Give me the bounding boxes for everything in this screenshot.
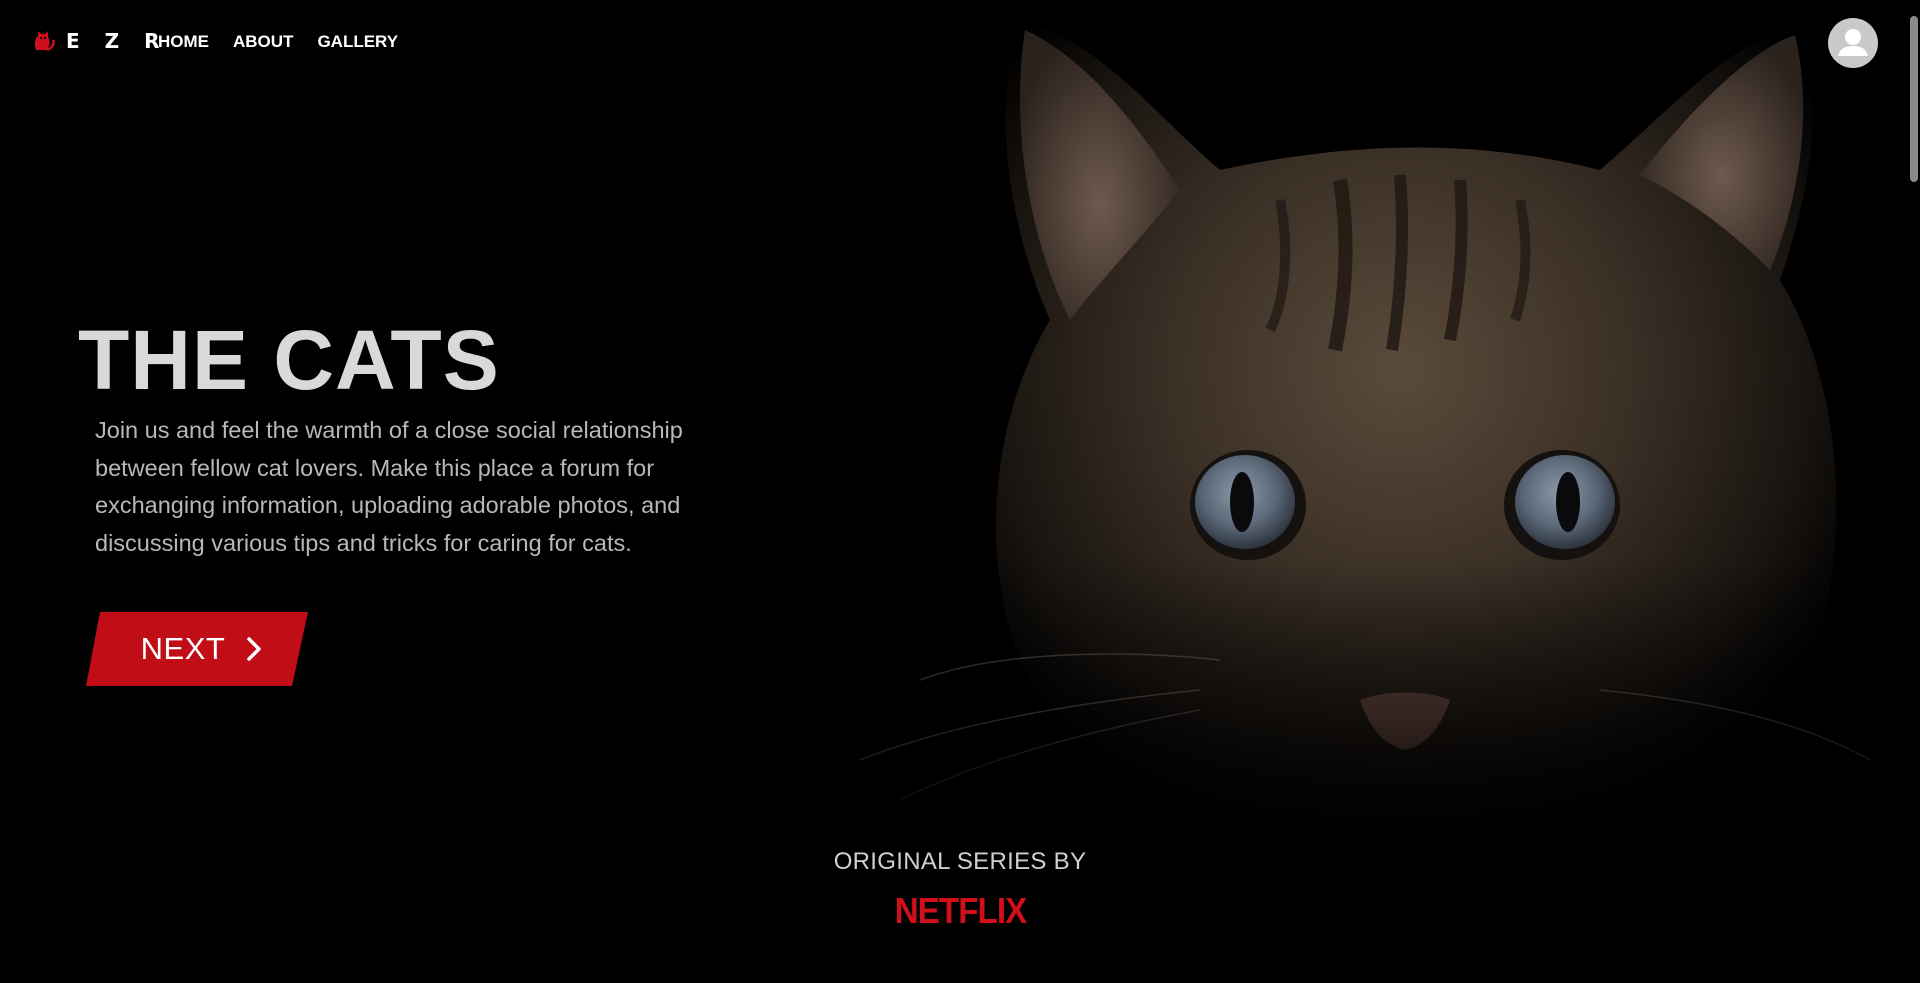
hero-description: Join us and feel the warmth of a close s… (95, 417, 683, 556)
nav-gallery[interactable]: GALLERY (317, 32, 398, 52)
nav-about[interactable]: ABOUT (233, 32, 293, 52)
netflix-logo[interactable]: NETFLIX (894, 890, 1026, 932)
scrollbar-thumb[interactable] (1910, 16, 1918, 182)
site-logo[interactable]: E Z R (30, 28, 169, 54)
hero-cat-image (840, 0, 1880, 860)
nav-home[interactable]: HOME (158, 32, 209, 52)
hero-title: THE CATS (78, 313, 500, 407)
user-avatar-button[interactable] (1828, 18, 1878, 68)
next-button-label: NEXT (140, 631, 226, 666)
cat-icon (34, 31, 55, 52)
chevron-right-icon (247, 637, 262, 661)
main-nav: HOME ABOUT GALLERY (158, 32, 398, 52)
next-button[interactable]: NEXT (86, 612, 308, 686)
credit-text: ORIGINAL SERIES BY (833, 848, 1087, 875)
series-credit: ORIGINAL SERIES BY NETFLIX (0, 848, 1920, 932)
user-icon (1838, 29, 1868, 56)
logo-text: E Z R (66, 29, 169, 53)
landing-page: E Z R HOME ABOUT GALLERY THE CATS Join u… (0, 0, 1920, 983)
